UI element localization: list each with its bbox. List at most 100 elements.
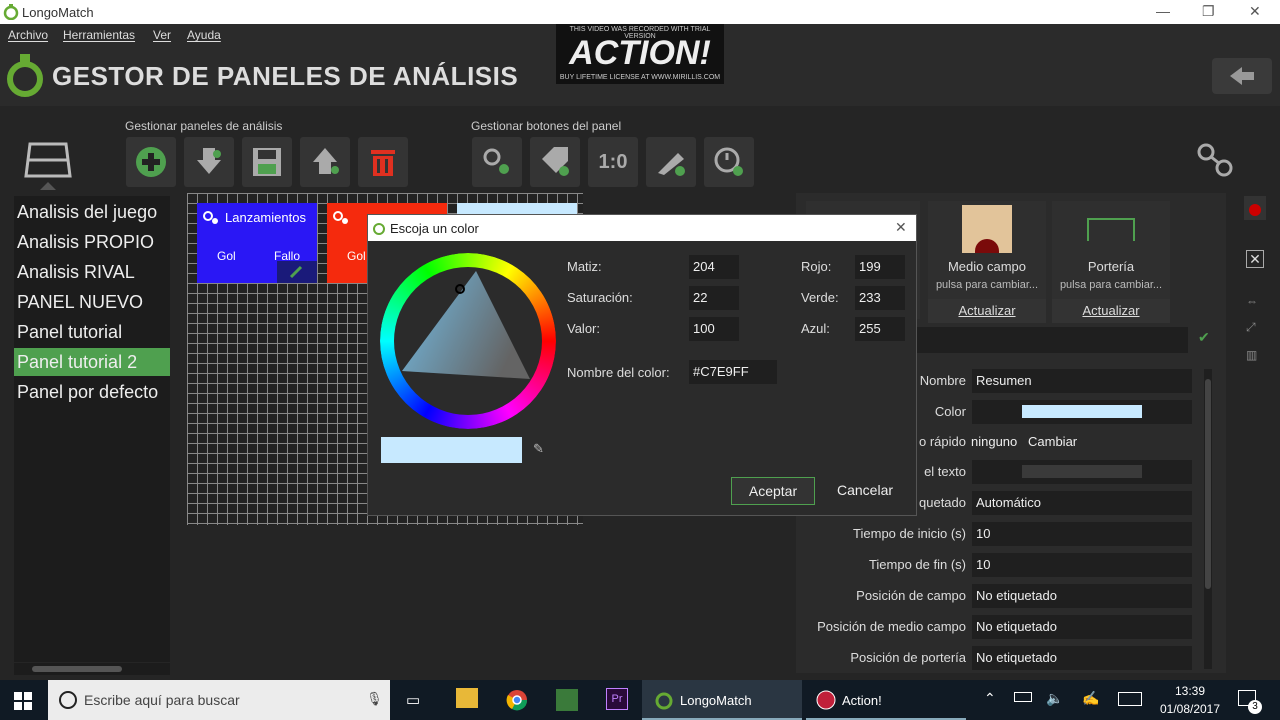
- cancel-button[interactable]: Cancelar: [823, 477, 907, 505]
- fit-icon[interactable]: ⇔: [1246, 294, 1258, 308]
- update-goal-button[interactable]: Actualizar: [1052, 299, 1170, 323]
- clock-date[interactable]: 01/08/2017: [1152, 702, 1228, 716]
- delete-panel-button[interactable]: [358, 137, 408, 187]
- volume-icon[interactable]: 🔈: [1046, 690, 1063, 707]
- dialog-close-button[interactable]: ✕: [895, 219, 907, 236]
- dashboard-item[interactable]: Panel por defecto: [14, 378, 170, 406]
- category-button-lanzamientos[interactable]: Lanzamientos Gol Fallo: [197, 203, 317, 283]
- green-label: Verde:: [801, 290, 839, 305]
- goal-position-label: Posición de portería: [850, 650, 966, 665]
- dashboard-list: Analisis del juego Analisis PROPIO Anali…: [14, 196, 170, 662]
- start-time-input[interactable]: 10: [972, 522, 1192, 546]
- menu-ver[interactable]: Ver: [153, 28, 171, 42]
- battery-icon[interactable]: [1014, 692, 1032, 702]
- add-card-button[interactable]: [646, 137, 696, 187]
- category-icon: [203, 211, 218, 224]
- dashboard-item[interactable]: Analisis PROPIO: [14, 228, 170, 256]
- score-label: 1:0: [598, 150, 628, 173]
- clock-time[interactable]: 13:39: [1170, 684, 1210, 698]
- windows-start-icon[interactable]: [14, 692, 32, 710]
- goal-position-select[interactable]: No etiquetado: [972, 646, 1192, 670]
- close-panel-icon[interactable]: ✕: [1246, 250, 1264, 268]
- color-wheel[interactable]: [380, 253, 556, 429]
- app-icon[interactable]: [556, 689, 578, 711]
- arrow-left-icon: [1230, 67, 1254, 85]
- saturation-input[interactable]: 22: [689, 286, 739, 310]
- blue-input[interactable]: 255: [855, 317, 905, 341]
- keyboard-icon[interactable]: [1118, 692, 1142, 706]
- hotkey-change-button[interactable]: Cambiar: [1028, 434, 1077, 449]
- menu-herramientas[interactable]: Herramientas: [63, 28, 135, 42]
- text-color-button[interactable]: [972, 460, 1192, 484]
- maximize-button[interactable]: ❐: [1202, 3, 1215, 20]
- red-input[interactable]: 199: [855, 255, 905, 279]
- scrollbar-thumb[interactable]: [1205, 379, 1211, 589]
- goal-thumbnail: [1087, 218, 1135, 241]
- menu-archivo[interactable]: Archivo: [8, 28, 48, 42]
- add-tag-button[interactable]: [530, 137, 580, 187]
- accept-button[interactable]: Aceptar: [731, 477, 815, 505]
- chrome-icon[interactable]: [506, 689, 528, 711]
- goal-area-shape: [975, 239, 999, 253]
- dashboard-item[interactable]: PANEL NUEVO: [14, 288, 170, 316]
- half-position-select[interactable]: No etiquetado: [972, 615, 1192, 639]
- scrollbar-thumb[interactable]: [32, 666, 122, 672]
- task-view-icon[interactable]: ▭: [406, 691, 420, 709]
- dialog-titlebar: Escoja un color ✕: [368, 215, 916, 241]
- link-mode-button[interactable]: [1192, 138, 1240, 187]
- new-panel-button[interactable]: [126, 137, 176, 187]
- upload-icon: [313, 148, 339, 174]
- check-icon[interactable]: ✔: [1198, 329, 1210, 346]
- premiere-icon[interactable]: Pr: [606, 688, 628, 710]
- add-score-button[interactable]: 1:0: [588, 137, 638, 187]
- tag-mode-select[interactable]: Automático: [972, 491, 1192, 515]
- chevron-up-icon[interactable]: ⌃: [984, 690, 996, 707]
- menu-ayuda[interactable]: Ayuda: [187, 28, 221, 42]
- close-window-button[interactable]: ✕: [1249, 3, 1261, 20]
- end-time-input[interactable]: 10: [972, 553, 1192, 577]
- eyedropper-icon[interactable]: ✎: [533, 441, 544, 457]
- taskbar-longomatch[interactable]: LongoMatch: [642, 680, 802, 720]
- update-half-button[interactable]: Actualizar: [928, 299, 1046, 323]
- zoom-icon[interactable]: ⤢: [1246, 320, 1256, 335]
- file-explorer-icon[interactable]: [456, 688, 478, 708]
- pen-icon[interactable]: ✍: [1082, 690, 1099, 707]
- tag-gol[interactable]: Gol: [347, 249, 366, 263]
- field-position-select[interactable]: No etiquetado: [972, 584, 1192, 608]
- columns-icon[interactable]: ▥: [1246, 348, 1257, 362]
- add-category-button[interactable]: [472, 137, 522, 187]
- manage-panels-label: Gestionar paneles de análisis: [125, 119, 283, 133]
- value-label: Valor:: [567, 321, 600, 336]
- add-category-icon: [483, 148, 509, 174]
- minimize-button[interactable]: —: [1156, 3, 1170, 19]
- add-timer-button[interactable]: [704, 137, 754, 187]
- dashboard-item[interactable]: Analisis RIVAL: [14, 258, 170, 286]
- back-button[interactable]: [1212, 58, 1272, 94]
- action-record-icon: [816, 690, 836, 710]
- import-panel-button[interactable]: [184, 137, 234, 187]
- edit-button[interactable]: [277, 261, 317, 283]
- dashboard-item[interactable]: Analisis del juego: [14, 198, 170, 226]
- matiz-input[interactable]: 204: [689, 255, 739, 279]
- record-button[interactable]: [1244, 196, 1266, 220]
- tag-gol[interactable]: Gol: [217, 249, 236, 263]
- dialog-title: Escoja un color: [390, 221, 479, 236]
- taskbar-action[interactable]: Action!: [806, 680, 966, 720]
- microphone-icon[interactable]: 🎙: [366, 691, 383, 707]
- save-panel-button[interactable]: [242, 137, 292, 187]
- export-panel-button[interactable]: [300, 137, 350, 187]
- green-input[interactable]: 233: [855, 286, 905, 310]
- color-name-input[interactable]: #C7E9FF: [689, 360, 777, 384]
- dashboard-item-selected[interactable]: Panel tutorial 2: [14, 348, 170, 376]
- value-input[interactable]: 100: [689, 317, 739, 341]
- dashboard-item[interactable]: Panel tutorial: [14, 318, 170, 346]
- taskbar-search[interactable]: Escribe aquí para buscar 🎙: [48, 680, 390, 720]
- taskbar: Escribe aquí para buscar 🎙 ▭ Pr LongoMat…: [0, 680, 1280, 720]
- color-button[interactable]: [972, 400, 1192, 424]
- color-name-label: Nombre del color:: [567, 365, 670, 380]
- dashboard-list-scrollbar[interactable]: [14, 663, 170, 675]
- search-field[interactable]: [916, 327, 1188, 353]
- properties-scrollbar[interactable]: [1204, 369, 1212, 669]
- nombre-input[interactable]: Resumen: [972, 369, 1192, 393]
- color-preview: [381, 437, 522, 463]
